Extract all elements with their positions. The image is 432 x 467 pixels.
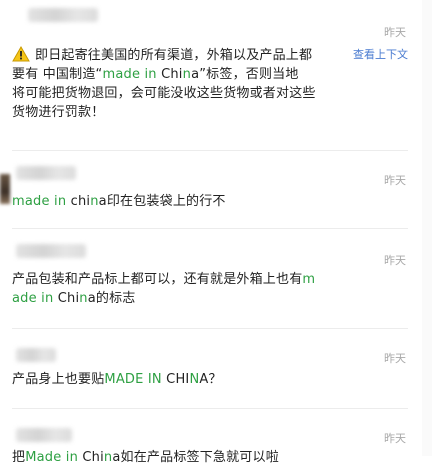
text-segment: a如在产品标签下急就可以啦 xyxy=(112,450,279,465)
message-time: 昨天 xyxy=(384,352,406,365)
message-line: made in china印在包装袋上的行不 xyxy=(12,192,392,211)
text-segment: 将可能把货物退回，会可能没收这些货物或者对这些 xyxy=(12,86,316,101)
message-line: 产品身上也要贴MADE IN CHINA？ xyxy=(12,370,392,389)
message-time: 昨天 xyxy=(384,26,406,39)
message-divider xyxy=(12,228,408,229)
message-time: 昨天 xyxy=(384,174,406,187)
text-segment: 把 xyxy=(12,450,26,465)
text-segment: Chi xyxy=(53,291,80,306)
view-context-link[interactable]: 查看上下文 xyxy=(353,46,408,62)
message-line: ade in China的标志 xyxy=(12,289,342,308)
text-segment: a的标志 xyxy=(87,291,136,306)
message-divider xyxy=(12,408,408,409)
text-segment: a印在包装袋上的行不 xyxy=(98,194,226,209)
scrollbar[interactable] xyxy=(422,0,432,456)
message-divider xyxy=(12,328,408,329)
message-time: 昨天 xyxy=(384,432,406,445)
message-line: 产品包装和产品标上都可以，还有就是外箱上也有m xyxy=(12,270,342,289)
highlighted-text: Made in xyxy=(25,450,79,465)
message-text: made in china印在包装袋上的行不 xyxy=(12,192,392,211)
message-text: 产品身上也要贴MADE IN CHINA？ xyxy=(12,370,392,389)
highlighted-text: made in xyxy=(102,67,157,82)
highlighted-text: ade in xyxy=(12,291,54,306)
text-segment: 要有 中国制造“ xyxy=(12,67,103,82)
message-text: 把Made in China如在产品标签下急就可以啦 xyxy=(12,448,392,467)
message-line-content: 即日起寄往美国的所有渠道，外箱以及产品上都 xyxy=(35,48,312,63)
message-text: 产品包装和产品标上都可以，还有就是外箱上也有m ade in China的标志 xyxy=(12,270,342,308)
message-line: 即日起寄往美国的所有渠道，外箱以及产品上都 xyxy=(12,46,342,65)
message-line: 把Made in China如在产品标签下急就可以啦 xyxy=(12,448,392,467)
message-line: 货物进行罚款！ xyxy=(12,103,342,122)
text-segment: A？ xyxy=(199,372,222,387)
message-text: 即日起寄往美国的所有渠道，外箱以及产品上都 要有 中国制造“made in Ch… xyxy=(12,46,342,122)
text-segment: 产品身上也要贴 xyxy=(12,372,105,387)
text-segment: CHI xyxy=(161,372,190,387)
avatar xyxy=(0,174,10,204)
sender-name-blurred xyxy=(16,244,86,258)
message-time: 昨天 xyxy=(384,254,406,267)
highlighted-text: n xyxy=(79,291,88,306)
highlighted-text: made in xyxy=(12,194,67,209)
text-segment: a”标签，否则当地 xyxy=(191,67,299,82)
sender-name-blurred xyxy=(16,166,76,180)
sender-name-blurred xyxy=(16,428,72,442)
sender-name-blurred xyxy=(16,348,56,362)
text-segment: 货物进行罚款！ xyxy=(12,105,105,120)
highlighted-text: m xyxy=(302,272,316,287)
text-segment: chi xyxy=(66,194,91,209)
highlighted-text: n xyxy=(182,67,192,82)
highlighted-text: n xyxy=(90,194,99,209)
text-segment: Chi xyxy=(156,67,183,82)
sender-name-blurred xyxy=(28,8,98,22)
warning-icon xyxy=(12,46,30,62)
message-divider xyxy=(12,150,408,151)
text-segment: 即日起寄往美国的所有渠道，外箱以及产品上都 xyxy=(35,48,313,63)
message-line: 要有 中国制造“made in China”标签，否则当地 xyxy=(12,65,342,84)
text-segment: Chi xyxy=(78,450,104,465)
highlighted-text: MADE IN xyxy=(104,372,162,387)
highlighted-text: N xyxy=(189,372,200,387)
text-segment: 产品包装和产品标上都可以，还有就是外箱上也有 xyxy=(12,272,303,287)
message-line: 将可能把货物退回，会可能没收这些货物或者对这些 xyxy=(12,84,342,103)
